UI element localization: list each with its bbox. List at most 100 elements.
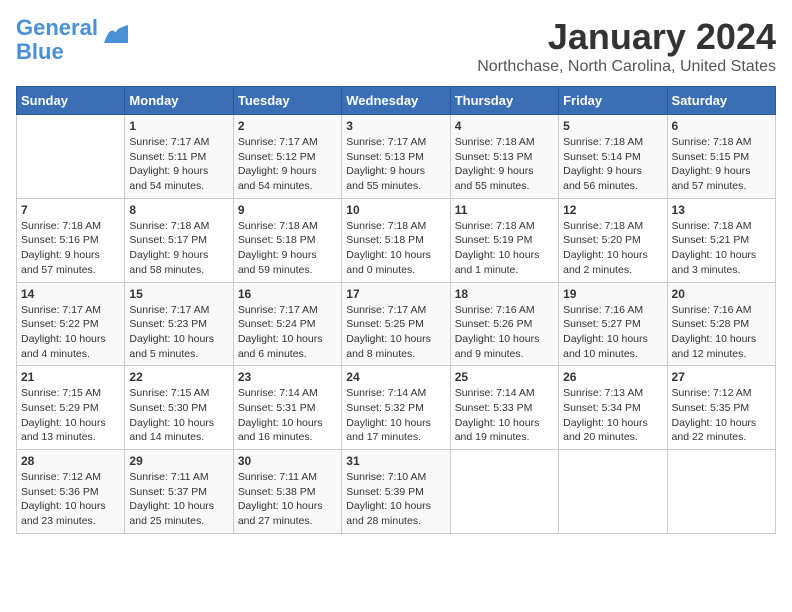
calendar-cell: 27 Sunrise: 7:12 AM Sunset: 5:35 PM Dayli… xyxy=(667,366,775,450)
day-number: 23 xyxy=(238,370,337,384)
calendar-cell: 26Sunrise: 7:13 AM Sunset: 5:34 PM Dayli… xyxy=(559,366,667,450)
calendar-cell xyxy=(667,450,775,534)
calendar-cell: 4 Sunrise: 7:18 AM Sunset: 5:13 PM Daylig… xyxy=(450,115,558,199)
location-title: Northchase, North Carolina, United State… xyxy=(477,58,776,76)
day-info: Sunrise: 7:17 AM Sunset: 5:25 PM Dayligh… xyxy=(346,303,445,362)
title-block: January 2024 Northchase, North Carolina,… xyxy=(477,16,776,76)
calendar-cell: 2 Sunrise: 7:17 AM Sunset: 5:12 PM Daylig… xyxy=(233,115,341,199)
day-info: Sunrise: 7:18 AM Sunset: 5:16 PM Dayligh… xyxy=(21,219,120,278)
calendar-cell xyxy=(450,450,558,534)
day-number: 30 xyxy=(238,454,337,468)
calendar-cell: 17 Sunrise: 7:17 AM Sunset: 5:25 PM Dayli… xyxy=(342,282,450,366)
weekday-header: Monday xyxy=(125,87,233,115)
calendar-body: 1Sunrise: 7:17 AM Sunset: 5:11 PM Daylig… xyxy=(17,115,776,534)
day-info: Sunrise: 7:13 AM Sunset: 5:34 PM Dayligh… xyxy=(563,386,662,445)
day-info: Sunrise: 7:18 AM Sunset: 5:15 PM Dayligh… xyxy=(672,135,771,194)
weekday-header: Friday xyxy=(559,87,667,115)
day-info: Sunrise: 7:17 AM Sunset: 5:23 PM Dayligh… xyxy=(129,303,228,362)
calendar-cell: 18 Sunrise: 7:16 AM Sunset: 5:26 PM Dayli… xyxy=(450,282,558,366)
calendar-cell: 5 Sunrise: 7:18 AM Sunset: 5:14 PM Daylig… xyxy=(559,115,667,199)
day-number: 2 xyxy=(238,119,337,133)
day-info: Sunrise: 7:18 AM Sunset: 5:13 PM Dayligh… xyxy=(455,135,554,194)
calendar-week-row: 14 Sunrise: 7:17 AM Sunset: 5:22 PM Dayli… xyxy=(17,282,776,366)
calendar-cell xyxy=(17,115,125,199)
day-info: Sunrise: 7:11 AM Sunset: 5:37 PM Dayligh… xyxy=(129,470,228,529)
day-number: 31 xyxy=(346,454,445,468)
calendar-cell: 29 Sunrise: 7:11 AM Sunset: 5:37 PM Dayli… xyxy=(125,450,233,534)
calendar-cell: 3 Sunrise: 7:17 AM Sunset: 5:13 PM Daylig… xyxy=(342,115,450,199)
calendar-cell: 19 Sunrise: 7:16 AM Sunset: 5:27 PM Dayli… xyxy=(559,282,667,366)
day-number: 25 xyxy=(455,370,554,384)
day-info: Sunrise: 7:17 AM Sunset: 5:22 PM Dayligh… xyxy=(21,303,120,362)
day-info: Sunrise: 7:18 AM Sunset: 5:14 PM Dayligh… xyxy=(563,135,662,194)
weekday-header: Sunday xyxy=(17,87,125,115)
calendar-week-row: 28 Sunrise: 7:12 AM Sunset: 5:36 PM Dayli… xyxy=(17,450,776,534)
day-info: Sunrise: 7:18 AM Sunset: 5:18 PM Dayligh… xyxy=(346,219,445,278)
day-number: 4 xyxy=(455,119,554,133)
day-info: Sunrise: 7:18 AM Sunset: 5:21 PM Dayligh… xyxy=(672,219,771,278)
day-info: Sunrise: 7:18 AM Sunset: 5:18 PM Dayligh… xyxy=(238,219,337,278)
day-info: Sunrise: 7:16 AM Sunset: 5:27 PM Dayligh… xyxy=(563,303,662,362)
day-number: 29 xyxy=(129,454,228,468)
day-number: 13 xyxy=(672,203,771,217)
day-number: 17 xyxy=(346,287,445,301)
day-number: 18 xyxy=(455,287,554,301)
calendar-cell: 12Sunrise: 7:18 AM Sunset: 5:20 PM Dayli… xyxy=(559,198,667,282)
calendar-cell: 16Sunrise: 7:17 AM Sunset: 5:24 PM Dayli… xyxy=(233,282,341,366)
day-info: Sunrise: 7:11 AM Sunset: 5:38 PM Dayligh… xyxy=(238,470,337,529)
weekday-header: Thursday xyxy=(450,87,558,115)
day-info: Sunrise: 7:12 AM Sunset: 5:36 PM Dayligh… xyxy=(21,470,120,529)
weekday-header: Saturday xyxy=(667,87,775,115)
day-info: Sunrise: 7:15 AM Sunset: 5:29 PM Dayligh… xyxy=(21,386,120,445)
day-info: Sunrise: 7:14 AM Sunset: 5:31 PM Dayligh… xyxy=(238,386,337,445)
calendar-cell: 30 Sunrise: 7:11 AM Sunset: 5:38 PM Dayli… xyxy=(233,450,341,534)
calendar-header-row: SundayMondayTuesdayWednesdayThursdayFrid… xyxy=(17,87,776,115)
logo-bird-icon xyxy=(102,23,130,45)
calendar-cell: 15 Sunrise: 7:17 AM Sunset: 5:23 PM Dayli… xyxy=(125,282,233,366)
calendar-cell: 28 Sunrise: 7:12 AM Sunset: 5:36 PM Dayli… xyxy=(17,450,125,534)
day-info: Sunrise: 7:17 AM Sunset: 5:12 PM Dayligh… xyxy=(238,135,337,194)
calendar-cell: 24Sunrise: 7:14 AM Sunset: 5:32 PM Dayli… xyxy=(342,366,450,450)
day-number: 16 xyxy=(238,287,337,301)
day-number: 28 xyxy=(21,454,120,468)
calendar-cell: 22 Sunrise: 7:15 AM Sunset: 5:30 PM Dayli… xyxy=(125,366,233,450)
weekday-header: Wednesday xyxy=(342,87,450,115)
calendar-week-row: 1Sunrise: 7:17 AM Sunset: 5:11 PM Daylig… xyxy=(17,115,776,199)
calendar-cell: 8Sunrise: 7:18 AM Sunset: 5:17 PM Daylig… xyxy=(125,198,233,282)
day-number: 11 xyxy=(455,203,554,217)
calendar-cell: 9 Sunrise: 7:18 AM Sunset: 5:18 PM Daylig… xyxy=(233,198,341,282)
day-number: 20 xyxy=(672,287,771,301)
day-number: 14 xyxy=(21,287,120,301)
day-info: Sunrise: 7:16 AM Sunset: 5:26 PM Dayligh… xyxy=(455,303,554,362)
calendar-cell: 14 Sunrise: 7:17 AM Sunset: 5:22 PM Dayli… xyxy=(17,282,125,366)
day-number: 3 xyxy=(346,119,445,133)
day-number: 22 xyxy=(129,370,228,384)
day-number: 19 xyxy=(563,287,662,301)
day-number: 5 xyxy=(563,119,662,133)
day-number: 6 xyxy=(672,119,771,133)
day-number: 27 xyxy=(672,370,771,384)
day-number: 9 xyxy=(238,203,337,217)
calendar-cell: 31 Sunrise: 7:10 AM Sunset: 5:39 PM Dayli… xyxy=(342,450,450,534)
calendar-cell: 7 Sunrise: 7:18 AM Sunset: 5:16 PM Daylig… xyxy=(17,198,125,282)
day-info: Sunrise: 7:12 AM Sunset: 5:35 PM Dayligh… xyxy=(672,386,771,445)
month-title: January 2024 xyxy=(477,16,776,58)
day-info: Sunrise: 7:17 AM Sunset: 5:13 PM Dayligh… xyxy=(346,135,445,194)
calendar-cell: 20Sunrise: 7:16 AM Sunset: 5:28 PM Dayli… xyxy=(667,282,775,366)
day-number: 15 xyxy=(129,287,228,301)
logo: General Blue xyxy=(16,16,130,64)
weekday-header: Tuesday xyxy=(233,87,341,115)
calendar-cell: 21 Sunrise: 7:15 AM Sunset: 5:29 PM Dayli… xyxy=(17,366,125,450)
day-info: Sunrise: 7:18 AM Sunset: 5:20 PM Dayligh… xyxy=(563,219,662,278)
calendar-table: SundayMondayTuesdayWednesdayThursdayFrid… xyxy=(16,86,776,534)
calendar-cell: 6 Sunrise: 7:18 AM Sunset: 5:15 PM Daylig… xyxy=(667,115,775,199)
day-info: Sunrise: 7:15 AM Sunset: 5:30 PM Dayligh… xyxy=(129,386,228,445)
day-number: 10 xyxy=(346,203,445,217)
day-number: 1 xyxy=(129,119,228,133)
day-number: 7 xyxy=(21,203,120,217)
day-info: Sunrise: 7:10 AM Sunset: 5:39 PM Dayligh… xyxy=(346,470,445,529)
calendar-cell: 23 Sunrise: 7:14 AM Sunset: 5:31 PM Dayli… xyxy=(233,366,341,450)
day-number: 21 xyxy=(21,370,120,384)
calendar-week-row: 21 Sunrise: 7:15 AM Sunset: 5:29 PM Dayli… xyxy=(17,366,776,450)
day-info: Sunrise: 7:14 AM Sunset: 5:33 PM Dayligh… xyxy=(455,386,554,445)
